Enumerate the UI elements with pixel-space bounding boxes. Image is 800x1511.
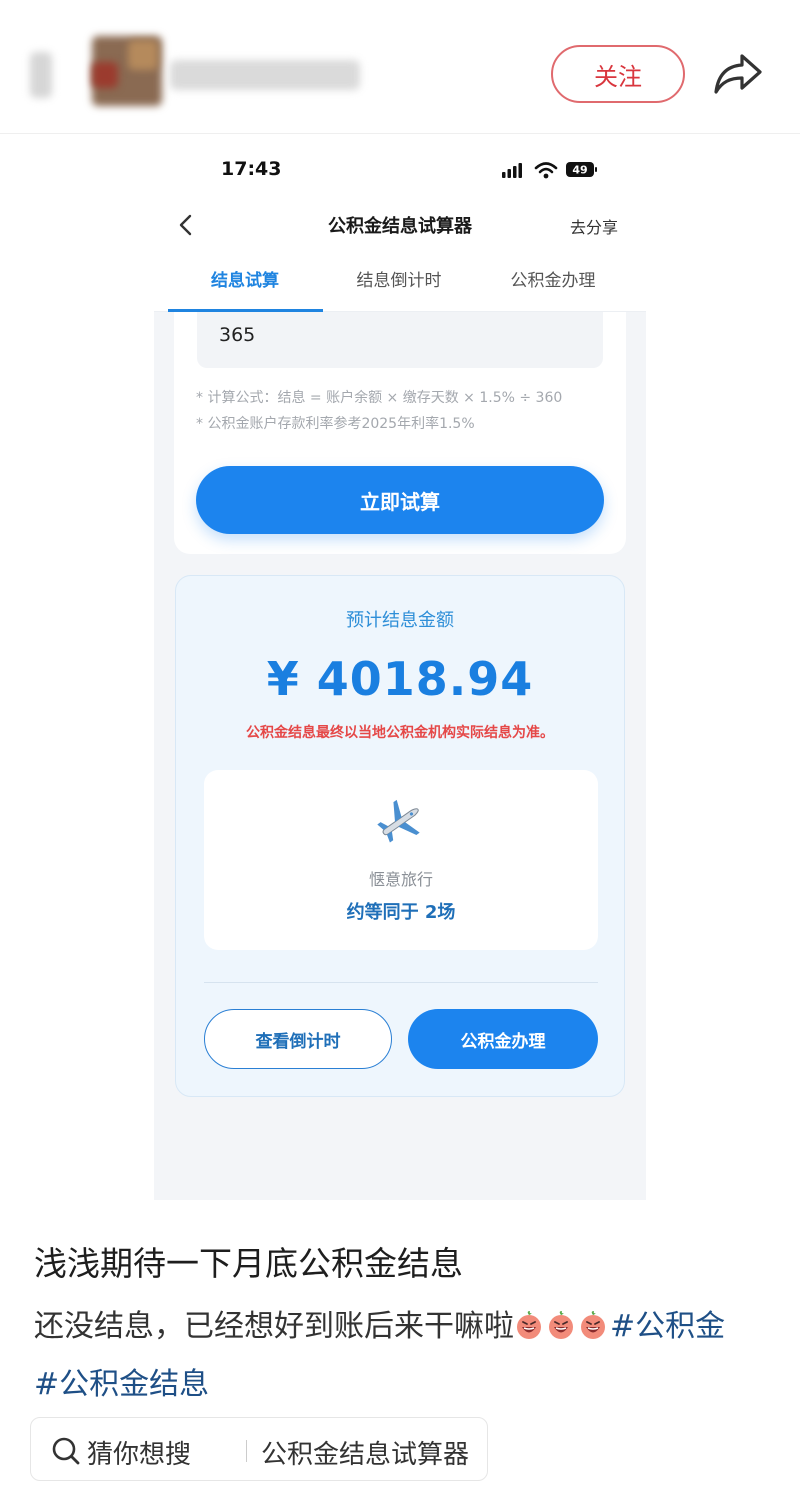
hashtag-link[interactable]: #公积金结息 bbox=[34, 1367, 209, 1402]
rate-note: * 公积金账户存款利率参考2025年利率1.5% bbox=[196, 416, 475, 432]
tab-interest-calc[interactable]: 结息试算 bbox=[168, 266, 322, 291]
search-chip-separator bbox=[246, 1440, 247, 1462]
share-icon[interactable] bbox=[712, 50, 764, 96]
search-icon bbox=[52, 1437, 80, 1465]
divider bbox=[204, 982, 598, 983]
hashtag-link[interactable]: #公积金 bbox=[610, 1309, 725, 1344]
laughing-peach-icon bbox=[549, 1311, 573, 1339]
status-time: 17:43 bbox=[221, 158, 282, 180]
tab-countdown[interactable]: 结息倒计时 bbox=[322, 266, 476, 291]
follow-button[interactable]: 关注 bbox=[551, 45, 685, 103]
post-body: 还没结息，已经想好到账后来干嘛啦 #公积金 #公积金结息 bbox=[34, 1298, 754, 1414]
search-chip-prefix: 猜你想搜 bbox=[87, 1440, 192, 1470]
go-share-link[interactable]: 去分享 bbox=[570, 214, 618, 238]
suggested-search-chip[interactable]: 猜你想搜 公积金结息试算器 bbox=[30, 1417, 488, 1481]
calculator-form-card: 365 * 计算公式：结息 = 账户余额 × 缴存天数 × 1.5% ÷ 360… bbox=[174, 312, 626, 554]
result-label: 预计结息金额 bbox=[346, 610, 454, 631]
result-disclaimer: 公积金结息最终以当地公积金机构实际结息为准。 bbox=[246, 725, 554, 741]
travel-label: 惬意旅行 bbox=[368, 870, 433, 889]
post-header: 关注 bbox=[0, 0, 800, 134]
travel-equivalent-value: 约等同于 2场 bbox=[346, 902, 456, 923]
result-amount: ¥ 4018.94 bbox=[266, 652, 534, 706]
wifi-icon bbox=[534, 162, 558, 179]
tab-bar: 结息试算 结息倒计时 公积金办理 bbox=[154, 248, 646, 312]
signal-icon bbox=[502, 163, 522, 178]
formula-note: * 计算公式：结息 = 账户余额 × 缴存天数 × 1.5% ÷ 360 bbox=[196, 390, 563, 406]
laughing-peach-icon bbox=[581, 1311, 605, 1339]
result-card: 预计结息金额 ¥ 4018.94 公积金结息最终以当地公积金机构实际结息为准。 … bbox=[175, 575, 625, 1097]
view-countdown-button[interactable]: 查看倒计时 bbox=[204, 1009, 392, 1069]
navbar: 公积金结息试算器 去分享 bbox=[154, 204, 646, 248]
laughing-peach-icon bbox=[517, 1311, 541, 1339]
tab-fund-handling[interactable]: 公积金办理 bbox=[476, 266, 630, 291]
post-title: 浅浅期待一下月底公积金结息 bbox=[34, 1244, 463, 1283]
calculate-button[interactable]: 立即试算 bbox=[196, 466, 604, 534]
search-chip-query: 公积金结息试算器 bbox=[261, 1440, 470, 1470]
equivalent-box: 惬意旅行 约等同于 2场 bbox=[204, 770, 598, 950]
deposit-days-field[interactable]: 365 bbox=[197, 312, 603, 368]
post-body-text: 还没结息，已经想好到账后来干嘛啦 bbox=[34, 1309, 514, 1344]
embedded-phone-screenshot: 17:43 49 公积金结息试算器 去分享 结息试算 结息倒计时 公积金办理 3… bbox=[154, 134, 646, 1200]
status-icons: 49 bbox=[502, 162, 597, 179]
status-bar: 17:43 49 bbox=[154, 134, 646, 204]
fund-handling-button[interactable]: 公积金办理 bbox=[408, 1009, 598, 1069]
battery-level: 49 bbox=[572, 164, 587, 177]
battery-icon: 49 bbox=[566, 162, 597, 177]
airplane-icon bbox=[377, 799, 420, 843]
